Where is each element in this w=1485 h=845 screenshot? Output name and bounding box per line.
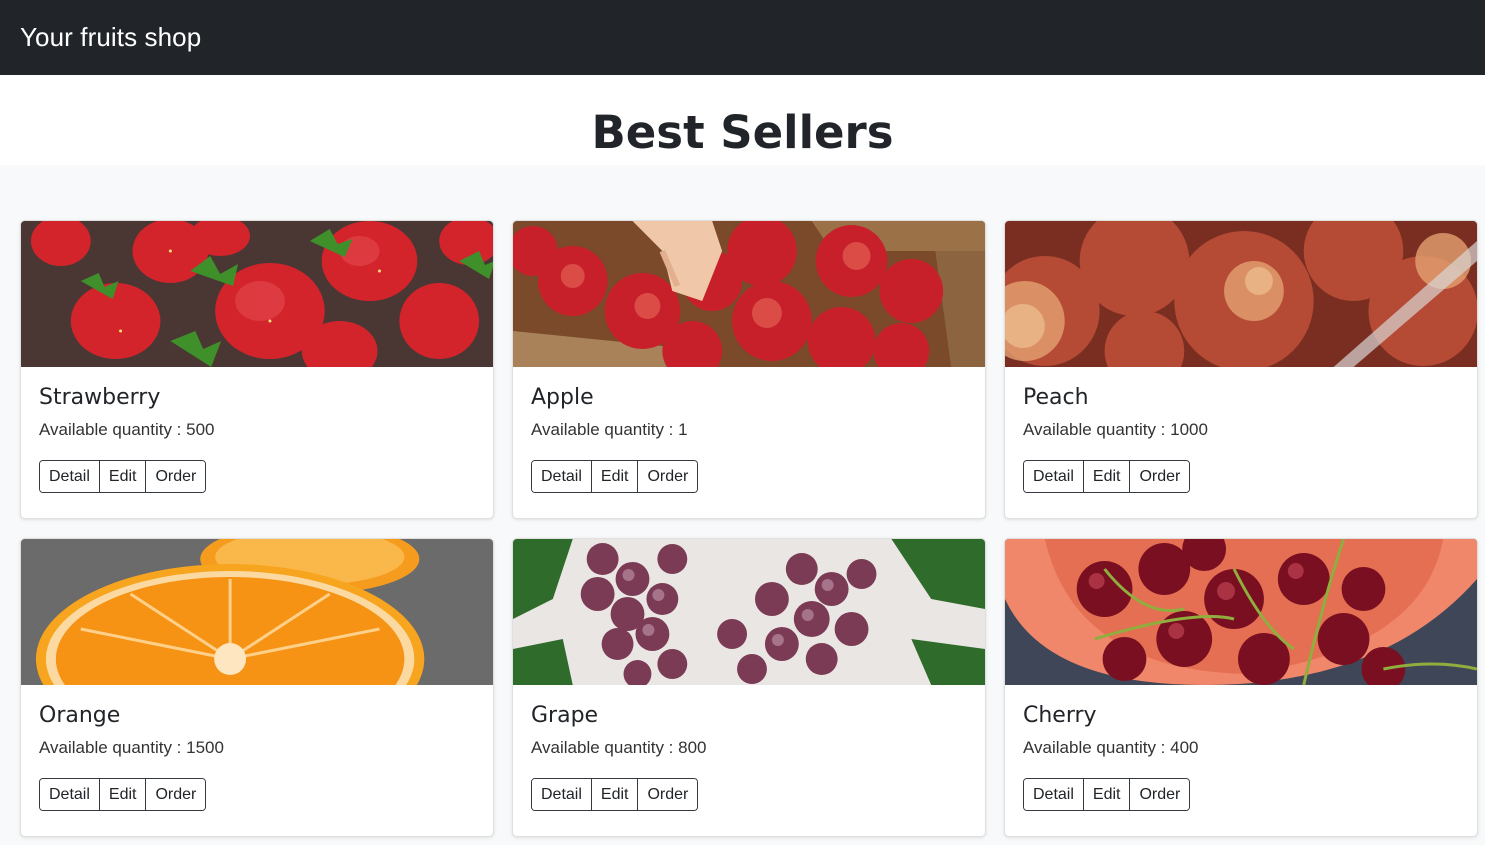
strawberry-image [21,221,493,367]
order-button[interactable]: Order [146,779,206,810]
top-navbar: Your fruits shop [0,0,1485,75]
product-quantity: Available quantity : 800 [531,738,707,757]
detail-button[interactable]: Detail [1024,779,1084,810]
edit-button[interactable]: Edit [591,779,639,810]
edit-button[interactable]: Edit [99,779,147,810]
product-quantity: Available quantity : 1500 [39,738,224,757]
product-card-grape: Grape Available quantity : 800 Detail Ed… [512,538,986,837]
detail-button[interactable]: Detail [1024,461,1084,492]
orange-image [21,539,493,685]
card-actions: Detail Edit Order [1023,778,1191,811]
card-body: Peach Available quantity : 1000 Detail E… [1005,367,1477,493]
product-quantity: Available quantity : 1 [531,420,688,439]
card-actions: Detail Edit Order [39,460,207,493]
card-body: Grape Available quantity : 800 Detail Ed… [513,685,985,811]
product-name: Strawberry [39,385,161,410]
cherry-image [1005,539,1477,685]
edit-button[interactable]: Edit [99,461,147,492]
edit-button[interactable]: Edit [1083,461,1131,492]
product-name: Grape [531,703,599,728]
product-card-cherry: Cherry Available quantity : 400 Detail E… [1004,538,1478,837]
product-name: Cherry [1023,703,1097,728]
product-card-strawberry: Strawberry Available quantity : 500 Deta… [20,220,494,519]
order-button[interactable]: Order [638,779,698,810]
product-name: Orange [39,703,121,728]
detail-button[interactable]: Detail [40,461,100,492]
grape-image [513,539,985,685]
product-name: Peach [1023,385,1089,410]
order-button[interactable]: Order [1130,461,1190,492]
card-actions: Detail Edit Order [39,778,207,811]
product-card-peach: Peach Available quantity : 1000 Detail E… [1004,220,1478,519]
product-quantity: Available quantity : 1000 [1023,420,1208,439]
peach-image [1005,221,1477,367]
order-button[interactable]: Order [638,461,698,492]
card-actions: Detail Edit Order [531,778,699,811]
card-actions: Detail Edit Order [531,460,699,493]
card-body: Strawberry Available quantity : 500 Deta… [21,367,493,493]
page-title: Best Sellers [591,105,894,159]
product-card-orange: Orange Available quantity : 1500 Detail … [20,538,494,837]
detail-button[interactable]: Detail [532,779,592,810]
product-grid: Strawberry Available quantity : 500 Deta… [20,220,1478,837]
brand-link[interactable]: Your fruits shop [20,22,201,53]
order-button[interactable]: Order [1130,779,1190,810]
product-quantity: Available quantity : 500 [39,420,215,439]
card-actions: Detail Edit Order [1023,460,1191,493]
edit-button[interactable]: Edit [1083,779,1131,810]
hero-section: Best Sellers [0,75,1485,165]
product-album: Strawberry Available quantity : 500 Deta… [0,165,1485,845]
apple-image [513,221,985,367]
detail-button[interactable]: Detail [40,779,100,810]
card-body: Apple Available quantity : 1 Detail Edit… [513,367,985,493]
product-quantity: Available quantity : 400 [1023,738,1199,757]
product-card-apple: Apple Available quantity : 1 Detail Edit… [512,220,986,519]
card-body: Cherry Available quantity : 400 Detail E… [1005,685,1477,811]
card-body: Orange Available quantity : 1500 Detail … [21,685,493,811]
product-name: Apple [531,385,594,410]
order-button[interactable]: Order [146,461,206,492]
detail-button[interactable]: Detail [532,461,592,492]
edit-button[interactable]: Edit [591,461,639,492]
